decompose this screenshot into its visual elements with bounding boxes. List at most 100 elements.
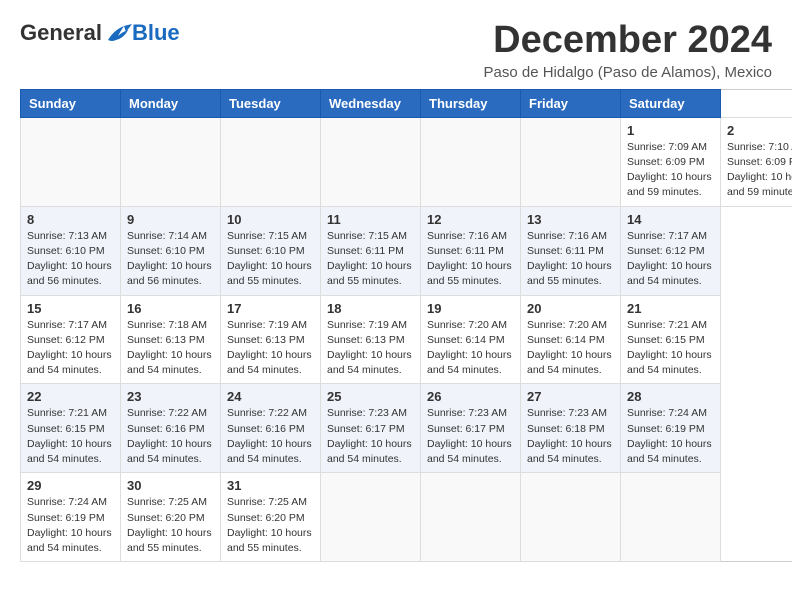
day-info: Sunrise: 7:13 AMSunset: 6:10 PMDaylight:… [27, 229, 114, 290]
day-info: Sunrise: 7:22 AMSunset: 6:16 PMDaylight:… [227, 406, 314, 467]
day-of-week-header: Sunday [21, 89, 121, 117]
calendar-day-cell: 20 Sunrise: 7:20 AMSunset: 6:14 PMDayligh… [521, 295, 621, 384]
day-number: 9 [127, 212, 214, 227]
day-info: Sunrise: 7:17 AMSunset: 6:12 PMDaylight:… [27, 318, 114, 379]
day-info: Sunrise: 7:20 AMSunset: 6:14 PMDaylight:… [527, 318, 614, 379]
calendar-day-cell: 1 Sunrise: 7:09 AMSunset: 6:09 PMDaylight… [621, 117, 721, 206]
day-info: Sunrise: 7:21 AMSunset: 6:15 PMDaylight:… [27, 406, 114, 467]
day-info: Sunrise: 7:17 AMSunset: 6:12 PMDaylight:… [627, 229, 714, 290]
calendar-day-cell: 2Sunrise: 7:10 AMSunset: 6:09 PMDaylight… [721, 117, 792, 206]
calendar-day-cell: 12 Sunrise: 7:16 AMSunset: 6:11 PMDayligh… [421, 206, 521, 295]
day-number: 29 [27, 478, 114, 493]
month-title: December 2024 [484, 20, 772, 62]
day-of-week-header: Friday [521, 89, 621, 117]
day-of-week-header: Wednesday [321, 89, 421, 117]
day-info: Sunrise: 7:24 AMSunset: 6:19 PMDaylight:… [27, 495, 114, 556]
day-number: 27 [527, 389, 614, 404]
day-info: Sunrise: 7:18 AMSunset: 6:13 PMDaylight:… [127, 318, 214, 379]
day-number: 16 [127, 301, 214, 316]
calendar-day-cell [621, 473, 721, 562]
day-info: Sunrise: 7:16 AMSunset: 6:11 PMDaylight:… [427, 229, 514, 290]
day-info: Sunrise: 7:09 AMSunset: 6:09 PMDaylight:… [627, 140, 714, 201]
logo-blue: Blue [132, 20, 180, 46]
calendar-day-cell: 21 Sunrise: 7:21 AMSunset: 6:15 PMDayligh… [621, 295, 721, 384]
location: Paso de Hidalgo (Paso de Alamos), Mexico [484, 64, 772, 81]
calendar-week-row: 8Sunrise: 7:13 AMSunset: 6:10 PMDaylight… [21, 206, 792, 295]
day-number: 24 [227, 389, 314, 404]
logo: General Blue [20, 20, 180, 46]
day-number: 30 [127, 478, 214, 493]
day-number: 10 [227, 212, 314, 227]
day-of-week-header: Saturday [621, 89, 721, 117]
calendar-day-cell [21, 117, 121, 206]
day-number: 21 [627, 301, 714, 316]
day-number: 20 [527, 301, 614, 316]
day-of-week-header: Thursday [421, 89, 521, 117]
day-info: Sunrise: 7:14 AMSunset: 6:10 PMDaylight:… [127, 229, 214, 290]
day-info: Sunrise: 7:10 AMSunset: 6:09 PMDaylight:… [727, 140, 792, 201]
calendar-day-cell: 27 Sunrise: 7:23 AMSunset: 6:18 PMDayligh… [521, 384, 621, 473]
calendar-table: SundayMondayTuesdayWednesdayThursdayFrid… [20, 89, 792, 562]
logo-bird-icon [104, 22, 132, 44]
day-info: Sunrise: 7:23 AMSunset: 6:17 PMDaylight:… [427, 406, 514, 467]
calendar-week-row: 1 Sunrise: 7:09 AMSunset: 6:09 PMDaylight… [21, 117, 792, 206]
calendar-day-cell [221, 117, 321, 206]
day-info: Sunrise: 7:24 AMSunset: 6:19 PMDaylight:… [627, 406, 714, 467]
calendar-day-cell: 19Sunrise: 7:20 AMSunset: 6:14 PMDayligh… [421, 295, 521, 384]
day-number: 19 [427, 301, 514, 316]
calendar-day-cell: 10Sunrise: 7:15 AMSunset: 6:10 PMDayligh… [221, 206, 321, 295]
calendar-day-cell: 31Sunrise: 7:25 AMSunset: 6:20 PMDayligh… [221, 473, 321, 562]
day-number: 17 [227, 301, 314, 316]
day-number: 14 [627, 212, 714, 227]
day-number: 31 [227, 478, 314, 493]
calendar-day-cell: 25 Sunrise: 7:23 AMSunset: 6:17 PMDayligh… [321, 384, 421, 473]
calendar-day-cell: 22 Sunrise: 7:21 AMSunset: 6:15 PMDayligh… [21, 384, 121, 473]
calendar-day-cell [121, 117, 221, 206]
calendar-day-cell: 9 Sunrise: 7:14 AMSunset: 6:10 PMDaylight… [121, 206, 221, 295]
calendar-day-cell: 13Sunrise: 7:16 AMSunset: 6:11 PMDayligh… [521, 206, 621, 295]
day-info: Sunrise: 7:15 AMSunset: 6:11 PMDaylight:… [327, 229, 414, 290]
calendar-day-cell [321, 117, 421, 206]
day-number: 15 [27, 301, 114, 316]
calendar-day-cell [521, 117, 621, 206]
calendar-day-cell: 11 Sunrise: 7:15 AMSunset: 6:11 PMDayligh… [321, 206, 421, 295]
calendar-week-row: 29 Sunrise: 7:24 AMSunset: 6:19 PMDayligh… [21, 473, 792, 562]
day-number: 18 [327, 301, 414, 316]
day-info: Sunrise: 7:16 AMSunset: 6:11 PMDaylight:… [527, 229, 614, 290]
day-info: Sunrise: 7:21 AMSunset: 6:15 PMDaylight:… [627, 318, 714, 379]
calendar-day-cell: 15 Sunrise: 7:17 AMSunset: 6:12 PMDayligh… [21, 295, 121, 384]
day-number: 12 [427, 212, 514, 227]
calendar-day-cell: 23Sunrise: 7:22 AMSunset: 6:16 PMDayligh… [121, 384, 221, 473]
day-number: 26 [427, 389, 514, 404]
calendar-day-cell: 18 Sunrise: 7:19 AMSunset: 6:13 PMDayligh… [321, 295, 421, 384]
calendar-day-cell: 8Sunrise: 7:13 AMSunset: 6:10 PMDaylight… [21, 206, 121, 295]
calendar-day-cell: 17 Sunrise: 7:19 AMSunset: 6:13 PMDayligh… [221, 295, 321, 384]
calendar-day-cell: 14 Sunrise: 7:17 AMSunset: 6:12 PMDayligh… [621, 206, 721, 295]
day-info: Sunrise: 7:23 AMSunset: 6:17 PMDaylight:… [327, 406, 414, 467]
day-number: 1 [627, 123, 714, 138]
day-number: 28 [627, 389, 714, 404]
calendar-day-cell: 30 Sunrise: 7:25 AMSunset: 6:20 PMDayligh… [121, 473, 221, 562]
day-number: 22 [27, 389, 114, 404]
title-section: December 2024 Paso de Hidalgo (Paso de A… [484, 20, 772, 81]
calendar-day-cell [421, 473, 521, 562]
calendar-day-cell [421, 117, 521, 206]
calendar-day-cell: 26 Sunrise: 7:23 AMSunset: 6:17 PMDayligh… [421, 384, 521, 473]
calendar-day-cell [521, 473, 621, 562]
calendar-day-cell: 24 Sunrise: 7:22 AMSunset: 6:16 PMDayligh… [221, 384, 321, 473]
calendar-week-row: 22 Sunrise: 7:21 AMSunset: 6:15 PMDayligh… [21, 384, 792, 473]
calendar-week-row: 15 Sunrise: 7:17 AMSunset: 6:12 PMDayligh… [21, 295, 792, 384]
day-info: Sunrise: 7:19 AMSunset: 6:13 PMDaylight:… [227, 318, 314, 379]
day-info: Sunrise: 7:22 AMSunset: 6:16 PMDaylight:… [127, 406, 214, 467]
day-number: 25 [327, 389, 414, 404]
logo-general: General [20, 20, 102, 46]
day-info: Sunrise: 7:23 AMSunset: 6:18 PMDaylight:… [527, 406, 614, 467]
page-header: General Blue December 2024 Paso de Hidal… [20, 20, 772, 81]
day-of-week-header: Tuesday [221, 89, 321, 117]
calendar-day-cell: 29 Sunrise: 7:24 AMSunset: 6:19 PMDayligh… [21, 473, 121, 562]
day-number: 11 [327, 212, 414, 227]
day-info: Sunrise: 7:25 AMSunset: 6:20 PMDaylight:… [127, 495, 214, 556]
day-info: Sunrise: 7:19 AMSunset: 6:13 PMDaylight:… [327, 318, 414, 379]
calendar-day-cell [321, 473, 421, 562]
day-of-week-header: Monday [121, 89, 221, 117]
